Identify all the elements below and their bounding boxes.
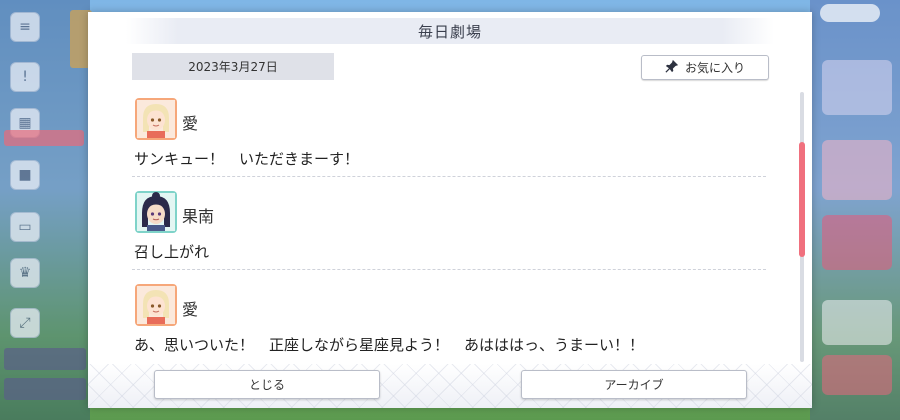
favorite-button[interactable]: お気に入り [641, 55, 769, 80]
dialogue-line: サンキュー！ いただきまーす！ [134, 150, 360, 168]
trophy-icon: ♛ [10, 258, 40, 288]
accessory-badge [4, 348, 86, 370]
bg-card-4 [822, 300, 892, 345]
speaker-name: 愛 [182, 114, 199, 133]
ai-avatar-icon [135, 284, 177, 326]
currency-display [820, 4, 880, 22]
close-button[interactable]: とじる [154, 370, 380, 399]
dialogue-scroll-area[interactable]: 愛 サンキュー！ いただきまーす！ 果南 召し上がれ 愛 あ、思いついた！ 正座… [132, 90, 772, 362]
scrollbar-thumb[interactable] [799, 142, 805, 257]
menu-icon: ≡ [10, 12, 40, 42]
bg-card-2 [822, 140, 892, 200]
gift-icon: ■ [10, 160, 40, 190]
bg-card-3 [822, 215, 892, 270]
speaker-name: 愛 [182, 300, 199, 319]
speaker-name: 果南 [182, 207, 215, 226]
bg-card-5 [822, 355, 892, 395]
dialog-title: 毎日劇場 [417, 22, 482, 41]
info-icon: ! [10, 62, 40, 92]
dialogue-line: 召し上がれ [134, 243, 210, 261]
monitor-icon: ▭ [10, 212, 40, 242]
daily-theater-dialog: 毎日劇場 2023年3月27日 お気に入り 愛 サンキュー！ いただきまーす！ … [88, 12, 812, 408]
ai-avatar-icon [135, 98, 177, 140]
pin-icon [665, 59, 679, 76]
date-label: 2023年3月27日 [132, 53, 334, 80]
archive-button[interactable]: アーカイブ [521, 370, 747, 399]
entry-divider [132, 176, 766, 177]
entry-divider [132, 269, 766, 270]
title-bar: 毎日劇場 [126, 18, 774, 44]
bg-card-1 [822, 60, 892, 115]
dialogue-line: あ、思いついた！ 正座しながら星座見よう！ あはははっ、うまーい！！ [134, 336, 645, 354]
kanan-avatar-icon [135, 191, 177, 233]
expand-icon: ⤢ [10, 308, 40, 338]
favorite-label: お気に入り [684, 61, 745, 75]
school-idol-badge [4, 378, 86, 400]
event-badge [4, 130, 84, 146]
